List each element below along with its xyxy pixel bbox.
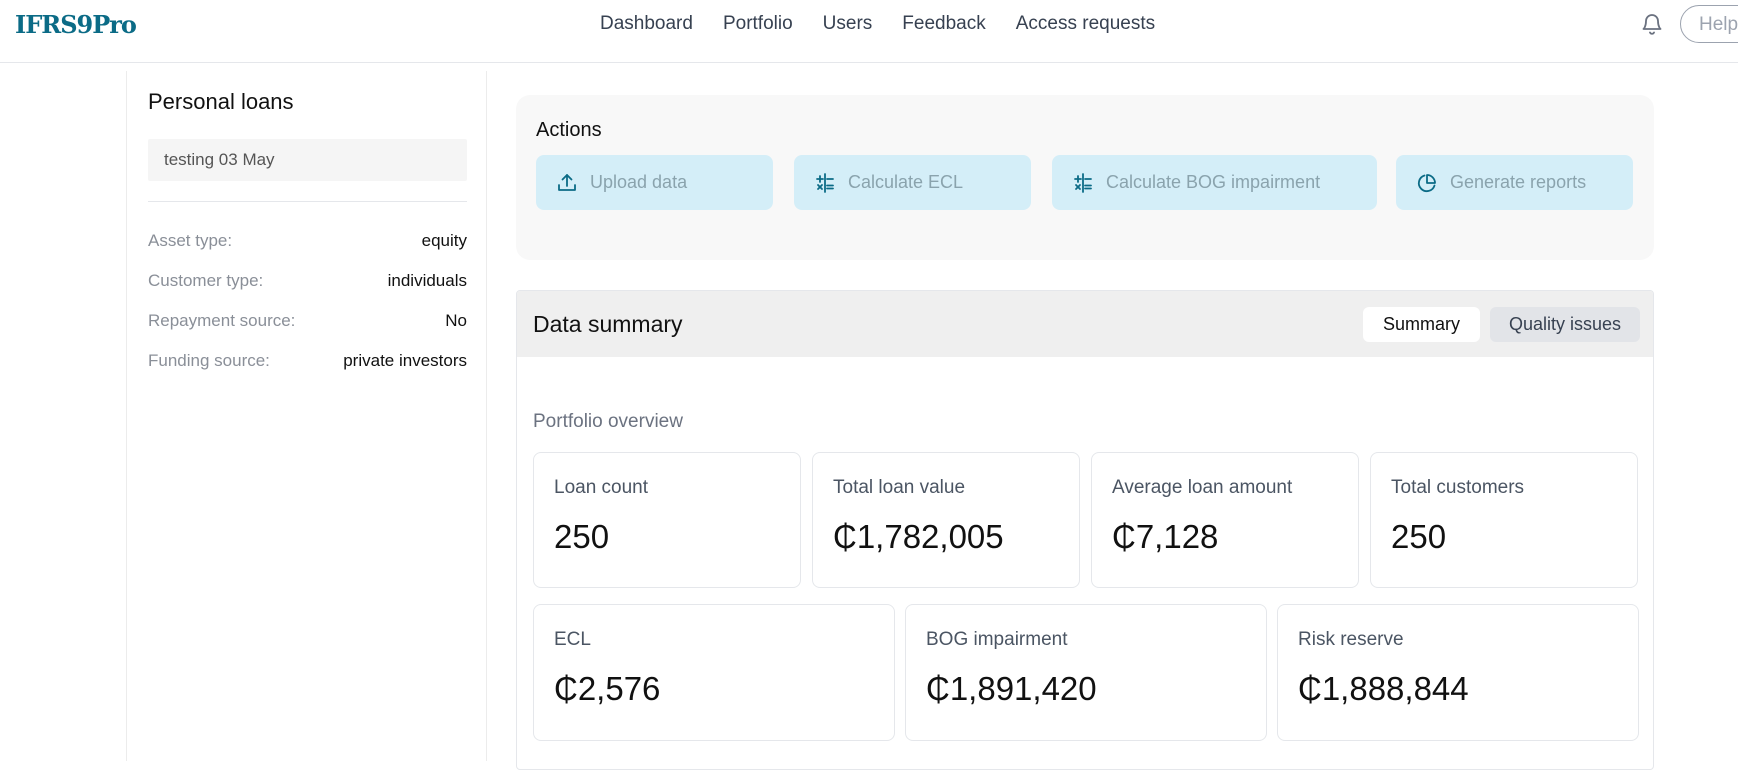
detail-value: private investors bbox=[343, 351, 467, 370]
tab-quality-issues[interactable]: Quality issues bbox=[1490, 307, 1640, 342]
stat-label: Loan count bbox=[554, 477, 649, 498]
actions-panel: Actions Upload data Calculate ECL Calcul… bbox=[516, 95, 1654, 260]
upload-icon bbox=[558, 173, 576, 191]
nav-dashboard[interactable]: Dashboard bbox=[600, 13, 693, 35]
detail-label: Customer type: bbox=[148, 271, 264, 290]
sidebar-divider bbox=[148, 201, 467, 202]
app-logo[interactable]: IFRS9Pro bbox=[15, 10, 137, 39]
detail-label: Repayment source: bbox=[148, 311, 296, 330]
portfolio-overview-heading: Portfolio overview bbox=[533, 411, 683, 432]
nav-users[interactable]: Users bbox=[823, 13, 873, 35]
portfolio-name-field[interactable] bbox=[148, 139, 467, 181]
detail-value: No bbox=[445, 311, 467, 330]
generate-reports-label: Generate reports bbox=[1450, 172, 1587, 192]
pie-chart-icon bbox=[1417, 173, 1436, 192]
stat-label: ECL bbox=[554, 629, 591, 650]
stat-label: Risk reserve bbox=[1298, 629, 1404, 650]
calculate-ecl-button[interactable]: Calculate ECL bbox=[794, 155, 1031, 210]
calculator-icon bbox=[816, 172, 834, 193]
nav-feedback[interactable]: Feedback bbox=[902, 13, 985, 35]
actions-title: Actions bbox=[536, 119, 602, 141]
bell-icon[interactable] bbox=[1640, 11, 1664, 37]
stat-ecl: ECL ₵2,576 bbox=[533, 604, 895, 741]
detail-label: Funding source: bbox=[148, 351, 270, 370]
stat-label: Average loan amount bbox=[1112, 477, 1293, 498]
detail-value: equity bbox=[421, 231, 467, 250]
upload-data-button[interactable]: Upload data bbox=[536, 155, 773, 210]
calculate-bog-impairment-button[interactable]: Calculate BOG impairment bbox=[1052, 155, 1377, 210]
data-summary-title: Data summary bbox=[533, 311, 683, 337]
stat-value: 250 bbox=[554, 518, 610, 555]
detail-funding-source: Funding source: private investors bbox=[148, 351, 467, 371]
stat-label: BOG impairment bbox=[926, 629, 1068, 650]
stat-bog-impairment: BOG impairment ₵1,891,420 bbox=[905, 604, 1267, 741]
stat-value: ₵1,888,844 bbox=[1298, 670, 1469, 707]
portfolio-title: Personal loans bbox=[148, 89, 294, 114]
detail-asset-type: Asset type: equity bbox=[148, 231, 467, 251]
calculate-ecl-label: Calculate ECL bbox=[848, 172, 964, 192]
data-summary-header: Data summary Summary Quality issues bbox=[517, 291, 1653, 357]
top-navigation-bar: IFRS9Pro Dashboard Portfolio Users Feedb… bbox=[0, 0, 1738, 63]
stat-value: 250 bbox=[1391, 518, 1447, 555]
stat-risk-reserve: Risk reserve ₵1,888,844 bbox=[1277, 604, 1639, 741]
stat-total-loan-value: Total loan value ₵1,782,005 bbox=[812, 452, 1080, 588]
nav-portfolio[interactable]: Portfolio bbox=[723, 13, 793, 35]
upload-data-label: Upload data bbox=[590, 172, 688, 192]
stat-label: Total customers bbox=[1391, 477, 1525, 498]
stat-total-customers: Total customers 250 bbox=[1370, 452, 1638, 588]
tab-summary[interactable]: Summary bbox=[1363, 307, 1480, 342]
calculator-icon bbox=[1074, 172, 1092, 193]
detail-repayment-source: Repayment source: No bbox=[148, 311, 467, 331]
stat-value: ₵1,782,005 bbox=[833, 518, 1004, 555]
main-nav: Dashboard Portfolio Users Feedback Acces… bbox=[600, 13, 1155, 35]
stat-value: ₵7,128 bbox=[1112, 518, 1219, 555]
detail-label: Asset type: bbox=[148, 231, 233, 250]
stat-label: Total loan value bbox=[833, 477, 966, 498]
nav-access-requests[interactable]: Access requests bbox=[1016, 13, 1155, 35]
stat-value: ₵2,576 bbox=[554, 670, 661, 707]
generate-reports-button[interactable]: Generate reports bbox=[1396, 155, 1633, 210]
stat-loan-count: Loan count 250 bbox=[533, 452, 801, 588]
data-summary-panel: Data summary Summary Quality issues Port… bbox=[516, 290, 1654, 770]
detail-customer-type: Customer type: individuals bbox=[148, 271, 467, 291]
detail-value: individuals bbox=[387, 271, 467, 290]
stat-average-loan-amount: Average loan amount ₵7,128 bbox=[1091, 452, 1359, 588]
stat-value: ₵1,891,420 bbox=[926, 670, 1097, 707]
help-button[interactable]: Help bbox=[1680, 5, 1738, 43]
calculate-bog-impairment-label: Calculate BOG impairment bbox=[1106, 172, 1321, 192]
portfolio-sidebar: Personal loans Asset type: equity Custom… bbox=[126, 71, 487, 761]
